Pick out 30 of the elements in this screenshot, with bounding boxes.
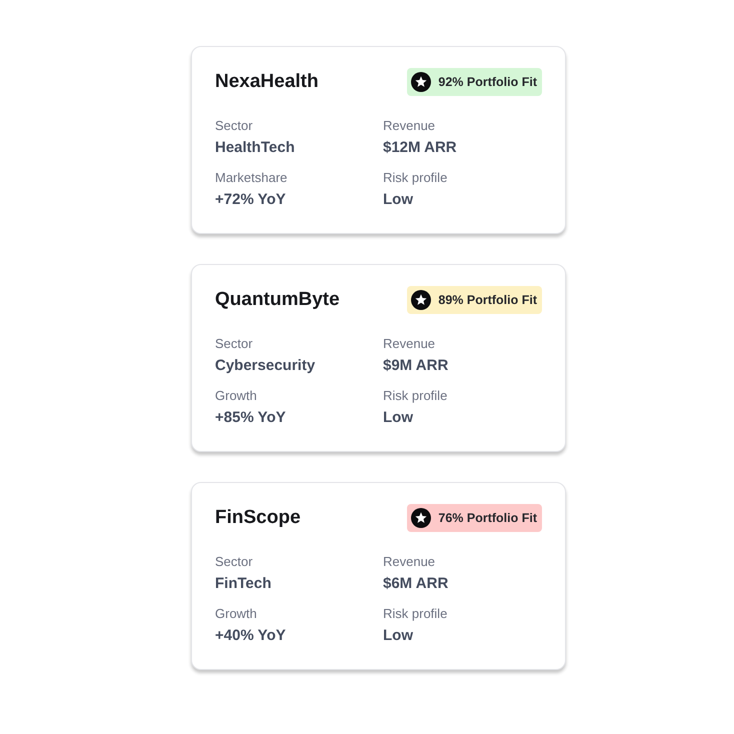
field-label: Revenue bbox=[383, 554, 436, 570]
field-value: $9M ARR bbox=[383, 356, 450, 376]
field-label: Revenue bbox=[383, 118, 436, 134]
field-value: Low bbox=[383, 190, 414, 210]
company-name: FinScope bbox=[215, 507, 301, 529]
field-value: HealthTech bbox=[215, 138, 296, 158]
portfolio-fit-text: 89% Portfolio Fit bbox=[438, 293, 537, 307]
field-label: Risk profile bbox=[383, 606, 448, 622]
portfolio-fit-text: 92% Portfolio Fit bbox=[438, 75, 537, 89]
field-value: +72% YoY bbox=[215, 190, 287, 210]
field-label: Risk profile bbox=[383, 388, 448, 404]
field-value: FinTech bbox=[215, 574, 272, 594]
field-value: Low bbox=[383, 626, 414, 646]
field-label: Growth bbox=[215, 388, 258, 404]
field-value: +40% YoY bbox=[215, 626, 287, 646]
field-label: Revenue bbox=[383, 336, 436, 352]
field-label: Sector bbox=[215, 118, 254, 134]
field-label: Marketshare bbox=[215, 170, 288, 186]
field-value: $6M ARR bbox=[383, 574, 450, 594]
field-value: Cybersecurity bbox=[215, 356, 316, 376]
field-label: Sector bbox=[215, 554, 254, 570]
portfolio-fit-text: 76% Portfolio Fit bbox=[438, 511, 537, 525]
company-name: QuantumByte bbox=[215, 289, 340, 311]
field-label: Growth bbox=[215, 606, 258, 622]
field-value: +85% YoY bbox=[215, 408, 287, 428]
field-value: Low bbox=[383, 408, 414, 428]
field-label: Sector bbox=[215, 336, 254, 352]
company-name: NexaHealth bbox=[215, 71, 318, 93]
field-label: Risk profile bbox=[383, 170, 448, 186]
field-value: $12M ARR bbox=[383, 138, 458, 158]
